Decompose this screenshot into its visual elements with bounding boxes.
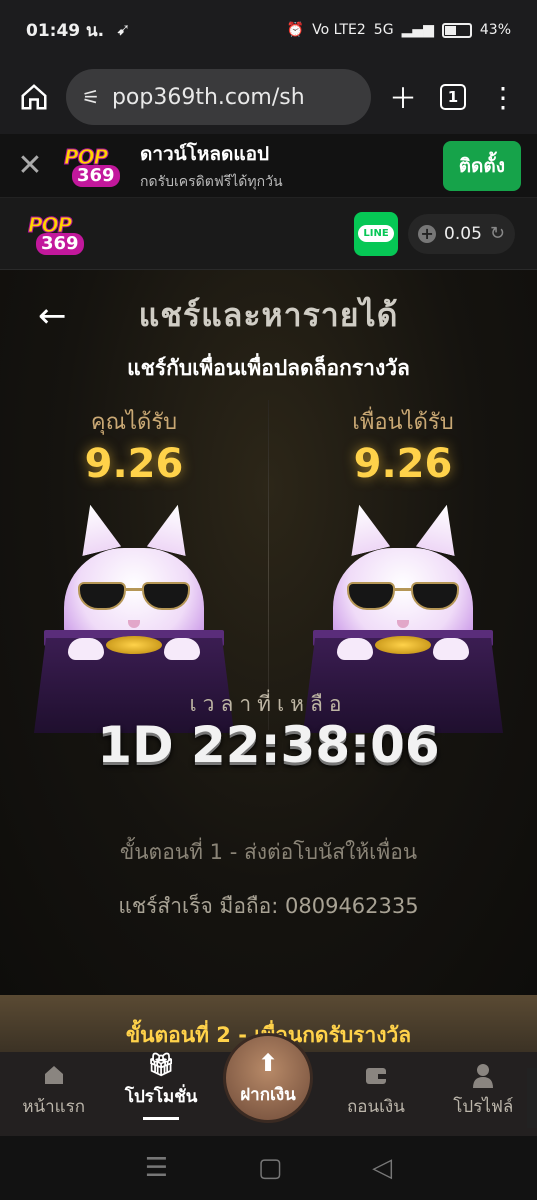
add-funds-icon[interactable]: + [418, 224, 437, 243]
share-success-text: แชร์สำเร็จ มือถือ: 0809462335 [118, 894, 419, 918]
recent-apps-icon[interactable]: ☰ [145, 1153, 168, 1183]
site-header: POP 369 LINE + 0.05 ↻ [0, 198, 537, 270]
column-divider [268, 400, 269, 730]
step1-text: ขั้นตอนที่ 1 - ส่งต่อโบนัสให้เพื่อน [119, 840, 418, 864]
you-receive-value: 9.26 [84, 441, 184, 487]
signal-label: 5G [373, 22, 394, 38]
logo-number: 369 [36, 232, 84, 255]
banner-title: ดาวน์โหลดแอป [140, 142, 270, 165]
nav-withdraw[interactable]: ถอนเงิน [322, 1052, 429, 1136]
nav-promotions[interactable]: 🎁︎ โปรโมชั่น [107, 1052, 214, 1136]
url-text: pop369th.com/sh [111, 84, 305, 110]
you-receive-panel: คุณได้รับ 9.26 [24, 404, 244, 487]
nav-home-label: หน้าแรก [22, 1097, 86, 1117]
site-logo[interactable]: POP 369 [22, 209, 90, 259]
nav-profile[interactable]: โปรไฟล์ [430, 1052, 537, 1136]
battery-percent: 43% [479, 22, 511, 38]
close-icon[interactable]: ✕ [16, 148, 44, 183]
tab-switcher-icon[interactable]: 1 [435, 79, 471, 115]
browser-toolbar: ⚟ pop369th.com/sh ＋ 1 ⋮ [0, 60, 537, 134]
logo-number: 369 [72, 164, 120, 187]
address-bar[interactable]: ⚟ pop369th.com/sh [66, 69, 371, 125]
app-logo: POP 369 [58, 141, 126, 191]
wallet-icon [361, 1061, 391, 1089]
home-circle-icon[interactable]: ▢ [258, 1153, 283, 1183]
line-label: LINE [358, 225, 394, 242]
sunglasses-icon [347, 582, 459, 610]
site-settings-icon[interactable]: ⚟ [82, 85, 100, 109]
app-install-banner: ✕ POP 369 ดาวน์โหลดแอป กดรับเครดิตฟรีได้… [0, 134, 537, 198]
line-button[interactable]: LINE [354, 211, 399, 256]
friend-receive-panel: เพื่อนได้รับ 9.26 [293, 404, 513, 487]
install-button[interactable]: ติดตั้ง [442, 140, 521, 191]
nav-withdraw-label: ถอนเงิน [346, 1097, 405, 1117]
deposit-button[interactable]: ⬆︎ ฝากเงิน [223, 1033, 313, 1123]
alarm-icon: ⏰ [286, 22, 305, 38]
deposit-icon: ⬆︎ [257, 1048, 279, 1077]
you-receive-label: คุณได้รับ [90, 410, 178, 435]
nav-home[interactable]: หน้าแรก [0, 1052, 107, 1136]
balance-widget[interactable]: + 0.05 ↻ [408, 213, 515, 254]
nav-profile-label: โปรไฟล์ [453, 1097, 514, 1117]
side-edge-tab[interactable] [527, 1068, 537, 1128]
status-time: 01:49 น. [26, 20, 105, 41]
sunglasses-icon [78, 582, 190, 610]
balance-value: 0.05 [444, 223, 482, 244]
friend-receive-value: 9.26 [353, 441, 453, 487]
friend-receive-label: เพื่อนได้รับ [352, 410, 454, 435]
home-icon [39, 1061, 69, 1089]
menu-icon[interactable]: ⋮ [485, 79, 521, 115]
battery-icon [441, 22, 472, 38]
nav-direction-icon: ➹ [116, 20, 131, 40]
countdown-timer: 1D 22:38:06 [97, 716, 440, 774]
profile-icon [468, 1061, 498, 1089]
home-icon[interactable] [16, 79, 52, 115]
signal-icon: ▂▄▆ [401, 22, 434, 38]
refresh-icon[interactable]: ↻ [490, 223, 505, 244]
tab-count: 1 [440, 84, 466, 110]
share-earn-page: ← แชร์และหารายได้ แชร์กับเพื่อนเพื่อปลดล… [0, 270, 537, 995]
back-triangle-icon[interactable]: ◁ [372, 1153, 392, 1183]
new-tab-icon[interactable]: ＋ [385, 79, 421, 115]
nav-promotions-label: โปรโมชั่น [124, 1087, 198, 1108]
deposit-label: ฝากเงิน [240, 1084, 296, 1105]
gift-icon: 🎁︎ [147, 1053, 176, 1079]
network-label: Vo LTE2 [312, 22, 366, 38]
banner-subtitle: กดรับเครดิตฟรีได้ทุกวัน [140, 173, 283, 190]
coins-icon [106, 636, 162, 654]
coins-icon [375, 636, 431, 654]
status-bar: 01:49 น. ➹ ⏰ Vo LTE2 5G ▂▄▆ 43% [0, 0, 537, 60]
system-nav-bar: ☰ ▢ ◁ [0, 1136, 537, 1200]
page-subtitle: แชร์กับเพื่อนเพื่อปลดล็อกรางวัล [127, 356, 410, 380]
page-title: แชร์และหารายได้ [138, 296, 399, 334]
